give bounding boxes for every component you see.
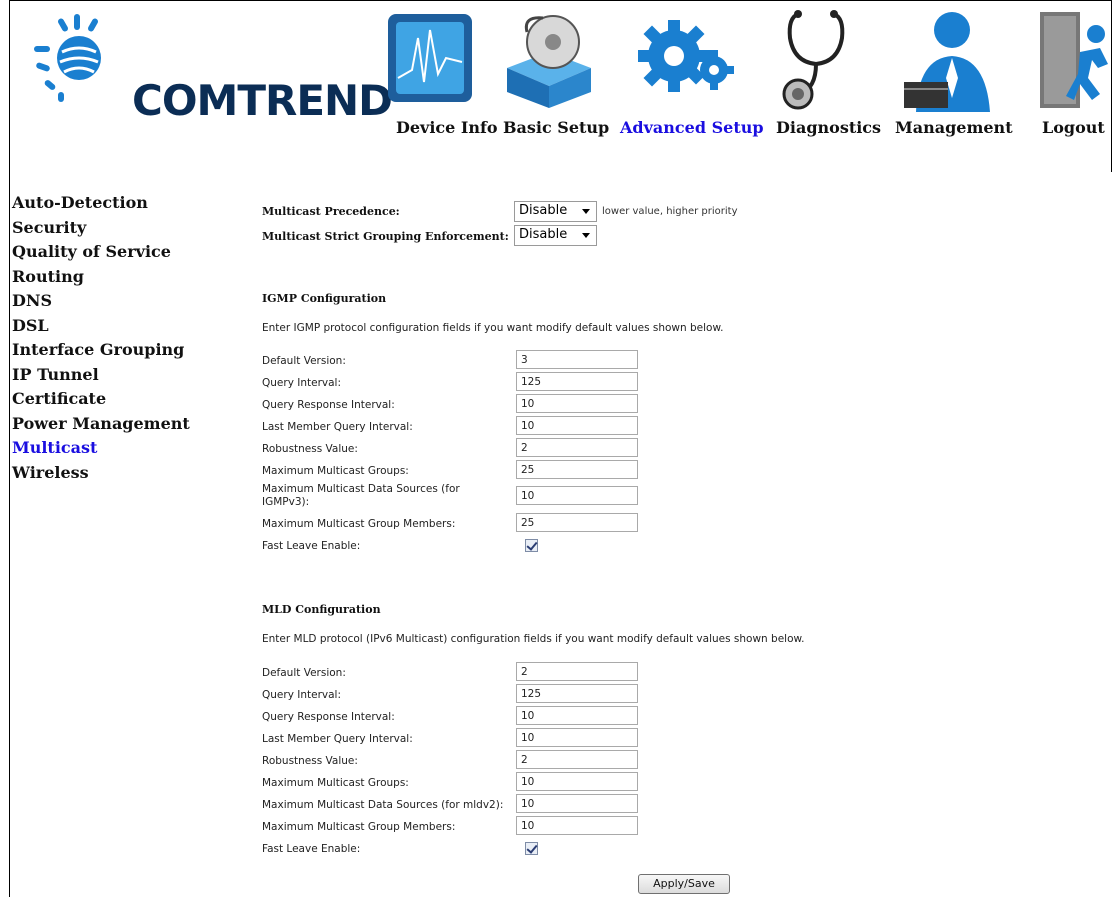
igmp-description: Enter IGMP protocol configuration fields…: [262, 322, 724, 334]
nav-advanced-setup[interactable]: Advanced Setup: [620, 118, 764, 137]
user-laptop-icon[interactable]: [900, 8, 996, 112]
strict-grouping-label: Multicast Strict Grouping Enforcement:: [262, 230, 509, 243]
igmp-query-response-interval-input[interactable]: [516, 394, 638, 413]
exit-door-icon[interactable]: [1034, 8, 1112, 112]
mld-max-data-sources-label: Maximum Multicast Data Sources (for mldv…: [262, 799, 504, 811]
igmp-max-group-members-input[interactable]: [516, 513, 638, 532]
precedence-hint: lower value, higher priority: [602, 206, 738, 217]
apply-save-button[interactable]: Apply/Save: [638, 874, 730, 894]
mld-description: Enter MLD protocol (IPv6 Multicast) conf…: [262, 633, 805, 645]
nav-diagnostics[interactable]: Diagnostics: [776, 118, 881, 137]
igmp-query-interval-label: Query Interval:: [262, 377, 341, 389]
sidebar-item-auto-detection[interactable]: Auto-Detection: [12, 191, 202, 216]
sidebar-item-interface-grouping[interactable]: Interface Grouping: [12, 338, 202, 363]
sidebar-item-dsl[interactable]: DSL: [12, 314, 202, 339]
igmp-robustness-label: Robustness Value:: [262, 443, 358, 455]
sidebar-item-power-management[interactable]: Power Management: [12, 412, 202, 437]
mld-section-title: MLD Configuration: [262, 603, 381, 616]
comtrend-logo[interactable]: COMTREND: [24, 6, 393, 125]
mld-max-groups-label: Maximum Multicast Groups:: [262, 777, 409, 789]
monitor-chart-icon[interactable]: [386, 8, 474, 108]
chevron-down-icon: [582, 209, 590, 214]
igmp-last-member-query-interval-label: Last Member Query Interval:: [262, 421, 413, 433]
igmp-robustness-input[interactable]: [516, 438, 638, 457]
strict-grouping-value: Disable: [519, 227, 568, 242]
mld-robustness-input[interactable]: [516, 750, 638, 769]
mld-last-member-query-interval-label: Last Member Query Interval:: [262, 733, 413, 745]
igmp-max-groups-input[interactable]: [516, 460, 638, 479]
igmp-query-interval-input[interactable]: [516, 372, 638, 391]
mld-query-response-interval-input[interactable]: [516, 706, 638, 725]
nav-basic-setup[interactable]: Basic Setup: [503, 118, 609, 137]
strict-grouping-select[interactable]: Disable: [514, 225, 597, 246]
stethoscope-icon[interactable]: [780, 8, 860, 112]
mld-fast-leave-label: Fast Leave Enable:: [262, 843, 361, 855]
igmp-query-response-interval-label: Query Response Interval:: [262, 399, 395, 411]
mld-robustness-label: Robustness Value:: [262, 755, 358, 767]
gears-icon[interactable]: [636, 8, 736, 108]
multicast-precedence-label: Multicast Precedence:: [262, 205, 400, 218]
logo-emblem-icon: [34, 14, 101, 102]
mld-max-groups-input[interactable]: [516, 772, 638, 791]
sidebar-item-ip-tunnel[interactable]: IP Tunnel: [12, 363, 202, 388]
multicast-precedence-select[interactable]: Disable: [514, 201, 597, 222]
multicast-precedence-value: Disable: [519, 203, 568, 218]
igmp-max-groups-label: Maximum Multicast Groups:: [262, 465, 409, 477]
igmp-section-title: IGMP Configuration: [262, 292, 387, 305]
mld-max-group-members-label: Maximum Multicast Group Members:: [262, 821, 456, 833]
mld-default-version-input[interactable]: [516, 662, 638, 681]
mld-max-data-sources-input[interactable]: [516, 794, 638, 813]
disc-box-icon[interactable]: [503, 8, 595, 108]
igmp-default-version-input[interactable]: [516, 350, 638, 369]
sidebar-item-wireless[interactable]: Wireless: [12, 461, 202, 486]
sidebar-item-certificate[interactable]: Certificate: [12, 387, 202, 412]
mld-default-version-label: Default Version:: [262, 667, 346, 679]
mld-query-interval-input[interactable]: [516, 684, 638, 703]
nav-logout[interactable]: Logout: [1042, 118, 1105, 137]
nav-management[interactable]: Management: [895, 118, 1013, 137]
sidebar-item-security[interactable]: Security: [12, 216, 202, 241]
header: COMTREND Device Info Basic Setup Advance…: [0, 0, 1112, 170]
sidebar-item-quality-of-service[interactable]: Quality of Service: [12, 240, 202, 265]
mld-query-response-interval-label: Query Response Interval:: [262, 711, 395, 723]
mld-query-interval-label: Query Interval:: [262, 689, 341, 701]
igmp-fast-leave-label: Fast Leave Enable:: [262, 540, 361, 552]
igmp-default-version-label: Default Version:: [262, 355, 346, 367]
igmp-fast-leave-checkbox[interactable]: [525, 539, 538, 552]
igmp-max-data-sources-label-line2: IGMPv3):: [262, 496, 310, 508]
igmp-last-member-query-interval-input[interactable]: [516, 416, 638, 435]
sidebar-item-multicast[interactable]: Multicast: [12, 436, 202, 461]
sidebar-item-dns[interactable]: DNS: [12, 289, 202, 314]
nav-device-info[interactable]: Device Info: [396, 118, 498, 137]
igmp-max-group-members-label: Maximum Multicast Group Members:: [262, 518, 456, 530]
sidebar: Auto-Detection Security Quality of Servi…: [12, 191, 202, 485]
brand-name: COMTREND: [132, 76, 393, 125]
igmp-max-data-sources-label: Maximum Multicast Data Sources (for: [262, 483, 460, 495]
mld-max-group-members-input[interactable]: [516, 816, 638, 835]
mld-fast-leave-checkbox[interactable]: [525, 842, 538, 855]
mld-last-member-query-interval-input[interactable]: [516, 728, 638, 747]
sidebar-item-routing[interactable]: Routing: [12, 265, 202, 290]
chevron-down-icon: [582, 233, 590, 238]
igmp-max-data-sources-input[interactable]: [516, 486, 638, 505]
